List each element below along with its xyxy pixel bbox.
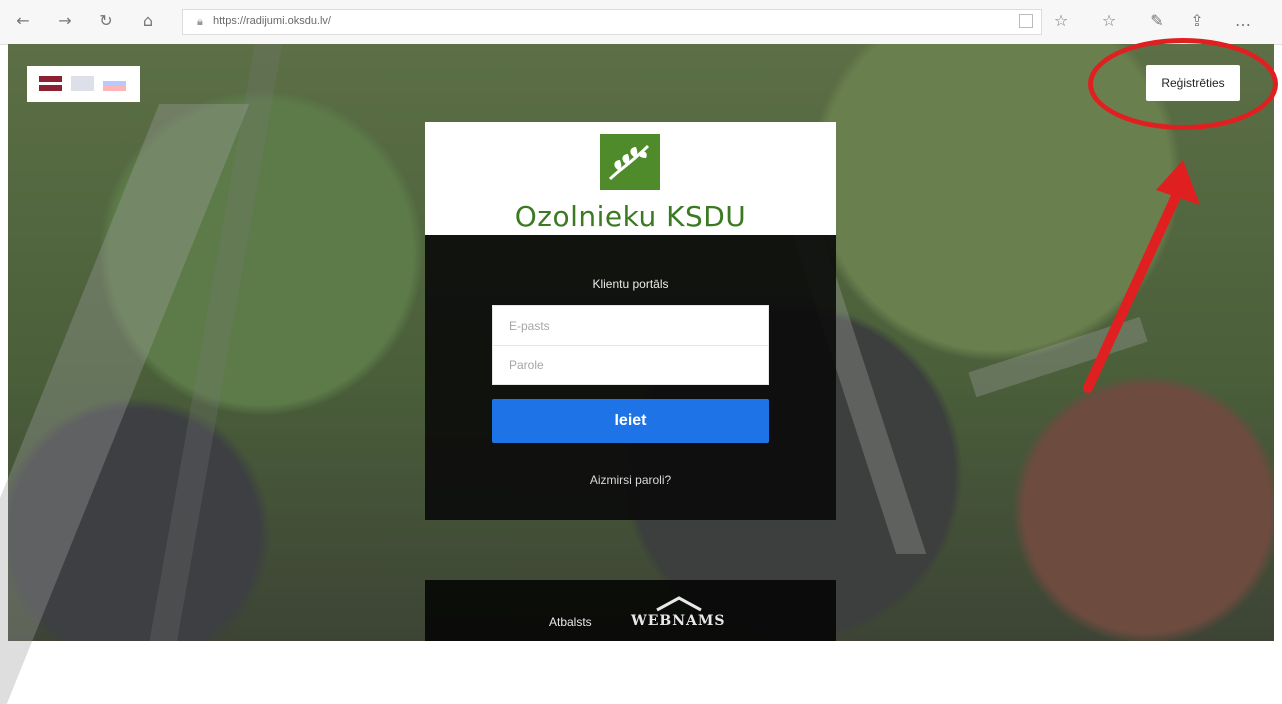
forward-icon[interactable]: → xyxy=(56,12,74,30)
lock-icon: 🔒︎ xyxy=(197,15,203,28)
share-icon[interactable]: ⇪ xyxy=(1188,12,1206,30)
webnams-roof-icon xyxy=(656,596,702,612)
login-button[interactable]: Ieiet xyxy=(492,399,769,443)
email-field[interactable] xyxy=(493,306,768,345)
forgot-password-link[interactable]: Aizmirsi paroli? xyxy=(425,473,836,487)
brand-card: Ozolnieku KSDU xyxy=(425,122,836,235)
brand-name: Ozolnieku KSDU xyxy=(514,200,747,233)
webnams-logo[interactable]: WEBNAMS xyxy=(631,613,726,629)
footer: Atbalsts WEBNAMS xyxy=(425,580,836,641)
back-icon[interactable]: ← xyxy=(14,12,32,30)
password-field-container xyxy=(492,345,769,385)
more-icon[interactable]: … xyxy=(1234,12,1252,30)
favorites-icon[interactable]: ☆ xyxy=(1100,12,1118,30)
refresh-icon[interactable]: ↻ xyxy=(97,12,115,30)
road xyxy=(0,104,250,704)
login-form: Klientu portāls Ieiet Aizmirsi paroli? xyxy=(425,235,836,520)
home-icon[interactable]: ⌂ xyxy=(139,12,157,30)
road xyxy=(968,316,1148,398)
portal-title: Klientu portāls xyxy=(592,277,669,291)
reader-mode-icon[interactable] xyxy=(1019,14,1033,28)
support-link[interactable]: Atbalsts xyxy=(549,615,592,629)
browser-toolbar: ← → ↻ ⌂ 🔒︎ https://radijumi.oksdu.lv/ ☆ … xyxy=(0,0,1282,45)
pen-icon[interactable]: ✎ xyxy=(1148,12,1166,30)
address-bar[interactable]: 🔒︎ https://radijumi.oksdu.lv/ xyxy=(182,9,1042,35)
latvian-flag[interactable] xyxy=(39,76,62,91)
annotation-ellipse xyxy=(1088,38,1278,130)
address-url: https://radijumi.oksdu.lv/ xyxy=(213,15,331,27)
email-field-container xyxy=(492,305,769,345)
password-field[interactable] xyxy=(493,346,768,384)
language-selector xyxy=(27,66,140,102)
russian-flag[interactable] xyxy=(103,76,126,91)
english-flag[interactable] xyxy=(71,76,94,91)
oak-leaf-logo-icon xyxy=(600,134,660,190)
star-icon[interactable]: ☆ xyxy=(1052,12,1070,30)
